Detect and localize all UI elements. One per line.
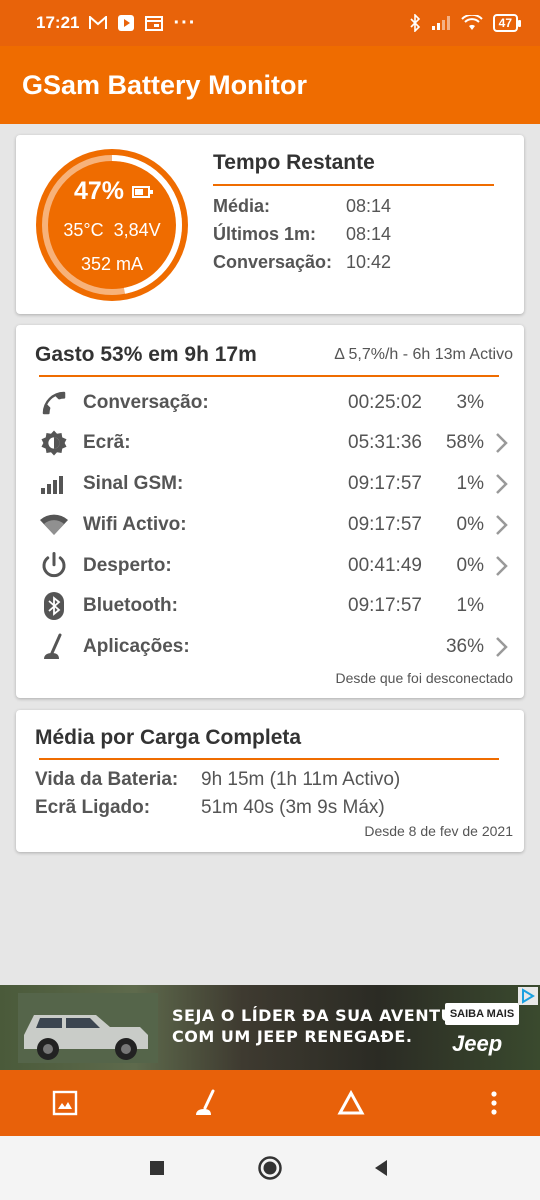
media-value: 08:14 [346,196,392,216]
wifi-status-icon [460,15,483,31]
row-time: 09:17:57 [348,473,422,494]
divider [39,375,499,377]
battery-temperature: 35°C [63,220,104,240]
usage-row-aplicacoes[interactable]: Aplicações: 36% [16,627,524,667]
usage-rate: Δ 5,7%/h - 6h 13m Activo [334,346,513,363]
ad-banner[interactable]: SEJA O LÍDER ĐA SUA AVENTURA COM UM JEEP… [0,985,540,1070]
app-bar: GSam Battery Monitor [0,46,540,124]
chevron-right-icon [496,474,508,494]
battery-current: 352 mA [80,254,144,274]
gauge-text: 47% 35°C 3,84V 352 mA [34,147,190,303]
jeep-car-image [18,993,158,1063]
row-time: 09:17:57 [348,595,422,616]
row-time: 05:31:36 [348,432,422,453]
youtube-icon [117,14,135,32]
ad-headline-line2: COM UM JEEP RENEGAĐE. [172,1027,413,1046]
row-time: 00:41:49 [348,555,422,576]
battery-icon [132,185,154,198]
row-time: 09:17:57 [348,514,422,535]
chevron-right-icon [496,433,508,453]
row-percent: 3% [456,392,484,413]
apps-icon [38,631,70,663]
average-title: Média por Carga Completa [35,726,302,749]
power-icon [38,550,70,582]
media-label: Média: [213,196,271,216]
row-percent: 1% [456,473,484,494]
usage-row-wifi[interactable]: Wifi Activo: 09:17:57 0% [16,505,524,545]
usage-row-bluetooth[interactable]: Bluetooth: 09:17:57 1% [16,586,524,626]
row-percent: 58% [445,432,484,453]
ultimos-value: 08:14 [346,224,392,244]
chevron-right-icon [496,637,508,657]
usage-footer: Desde que foi desconectado [335,670,513,686]
battery-life-value: 9h 15m (1h 11m Activo) [201,769,401,790]
battery-voltage: 3,84V [113,220,161,240]
row-label: Sinal GSM: [83,473,184,494]
usage-card: Gasto 53% em 9h 17m Δ 5,7%/h - 6h 13m Ac… [16,325,524,698]
back-icon[interactable] [367,1154,395,1182]
battery-percent: 47% [73,177,125,205]
average-footer: Desde 8 de fev de 2021 [364,823,513,839]
app-title: GSam Battery Monitor [22,69,308,100]
ultimos-label: Últimos 1m: [213,224,317,244]
bluetooth-icon [409,14,421,32]
usage-row-conversacao[interactable]: Conversação: 00:25:02 3% [16,383,524,423]
ad-headline: SEJA O LÍDER ĐA SUA AVENTURA COM UM JEEP… [172,1005,480,1047]
ad-headline-line1: SEJA O LÍDER ĐA SUA AVENTURA [172,1006,480,1025]
signal-icon [431,15,451,31]
row-label: Desperto: [83,555,172,576]
average-charge-card: Média por Carga Completa Vida da Bateria… [16,710,524,852]
screen-brightness-icon [38,427,70,459]
adchoices-icon[interactable] [518,987,538,1005]
status-bar: 17:21 ··· 47 [0,0,540,46]
more-notifications-icon: ··· [173,11,197,34]
calendar-icon [145,15,164,31]
delta-icon[interactable] [335,1087,367,1119]
ad-cta-button[interactable]: SAIBA MAIS [445,1003,519,1025]
battery-summary-card[interactable]: 47% 35°C 3,84V 352 mA Tempo Restante Méd… [16,135,524,314]
home-icon[interactable] [256,1154,284,1182]
screen-on-label: Ecrã Ligado: [35,797,151,818]
row-percent: 1% [456,595,484,616]
usage-title: Gasto 53% em 9h 17m [35,343,257,366]
bluetooth-icon [38,590,70,622]
screen-on-value: 51m 40s (3m 9s Máx) [201,797,385,818]
phone-icon [38,387,70,419]
row-label: Wifi Activo: [83,514,187,535]
wifi-icon [38,509,70,541]
row-label: Bluetooth: [83,595,178,616]
usage-row-ecra[interactable]: Ecrã: 05:31:36 58% [16,423,524,463]
chevron-right-icon [496,556,508,576]
divider [39,758,499,760]
chevron-right-icon [496,515,508,535]
tempo-restante-title: Tempo Restante [213,151,375,174]
clock: 17:21 [36,13,80,32]
conversacao-value: 10:42 [346,252,392,272]
usage-row-desperto[interactable]: Desperto: 00:41:49 0% [16,546,524,586]
system-nav-bar [0,1136,540,1200]
battery-status: 47 [492,14,522,32]
row-label: Ecrã: [83,432,131,453]
row-percent: 36% [445,636,484,657]
bottom-toolbar [0,1070,540,1136]
apps-icon[interactable] [190,1087,222,1119]
row-percent: 0% [456,514,484,535]
row-label: Conversação: [83,392,209,413]
divider [213,184,494,186]
row-percent: 0% [456,555,484,576]
usage-row-sinal-gsm[interactable]: Sinal GSM: 09:17:57 1% [16,464,524,504]
signal-bars-icon [38,468,70,500]
gmail-icon [89,16,108,30]
more-vert-icon[interactable] [478,1087,510,1119]
recents-icon[interactable] [143,1154,171,1182]
row-time: 00:25:02 [348,392,422,413]
conversacao-label: Conversação: [213,252,333,272]
row-label: Aplicações: [83,636,190,657]
ad-brand-logo: Jeep [452,1031,503,1056]
battery-life-label: Vida da Bateria: [35,769,179,790]
image-icon[interactable] [49,1087,81,1119]
